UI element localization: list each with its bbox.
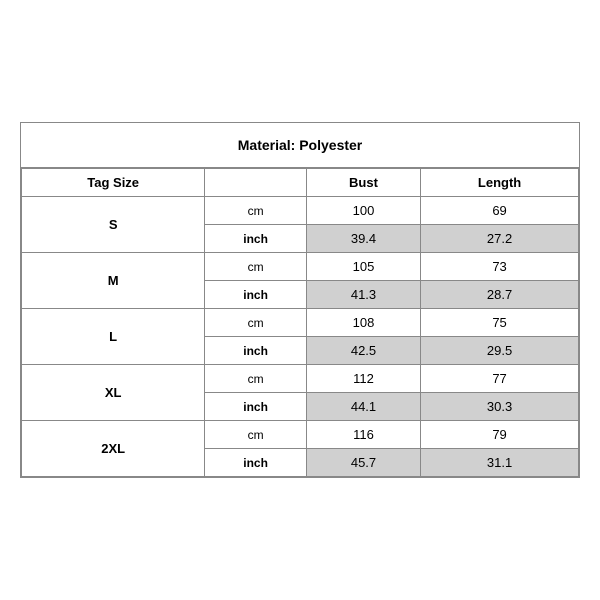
col-tag-size: Tag Size <box>22 169 205 197</box>
bust-cm: 112 <box>306 365 420 393</box>
table-row: Scm10069 <box>22 197 579 225</box>
table-row: XLcm11277 <box>22 365 579 393</box>
unit-inch: inch <box>205 337 307 365</box>
size-cell: L <box>22 309 205 365</box>
length-inch: 29.5 <box>421 337 579 365</box>
length-cm: 75 <box>421 309 579 337</box>
length-inch: 27.2 <box>421 225 579 253</box>
table-row: Mcm10573 <box>22 253 579 281</box>
unit-inch: inch <box>205 225 307 253</box>
unit-inch: inch <box>205 281 307 309</box>
bust-cm: 100 <box>306 197 420 225</box>
bust-inch: 44.1 <box>306 393 420 421</box>
size-chart-container: Material: Polyester Tag Size Bust Length… <box>20 122 580 478</box>
col-unit-header <box>205 169 307 197</box>
length-inch: 30.3 <box>421 393 579 421</box>
size-cell: 2XL <box>22 421 205 477</box>
length-inch: 28.7 <box>421 281 579 309</box>
length-inch: 31.1 <box>421 449 579 477</box>
bust-inch: 41.3 <box>306 281 420 309</box>
bust-inch: 39.4 <box>306 225 420 253</box>
chart-title: Material: Polyester <box>21 123 579 168</box>
length-cm: 69 <box>421 197 579 225</box>
bust-inch: 42.5 <box>306 337 420 365</box>
bust-cm: 116 <box>306 421 420 449</box>
unit-inch: inch <box>205 393 307 421</box>
unit-cm: cm <box>205 309 307 337</box>
size-table: Tag Size Bust Length Scm10069inch39.427.… <box>21 168 579 477</box>
unit-cm: cm <box>205 421 307 449</box>
unit-cm: cm <box>205 253 307 281</box>
bust-cm: 108 <box>306 309 420 337</box>
bust-inch: 45.7 <box>306 449 420 477</box>
unit-cm: cm <box>205 365 307 393</box>
length-cm: 79 <box>421 421 579 449</box>
table-row: 2XLcm11679 <box>22 421 579 449</box>
table-header-row: Tag Size Bust Length <box>22 169 579 197</box>
col-length: Length <box>421 169 579 197</box>
size-cell: S <box>22 197 205 253</box>
bust-cm: 105 <box>306 253 420 281</box>
table-row: Lcm10875 <box>22 309 579 337</box>
length-cm: 73 <box>421 253 579 281</box>
col-bust: Bust <box>306 169 420 197</box>
length-cm: 77 <box>421 365 579 393</box>
unit-cm: cm <box>205 197 307 225</box>
unit-inch: inch <box>205 449 307 477</box>
size-cell: M <box>22 253 205 309</box>
size-cell: XL <box>22 365 205 421</box>
